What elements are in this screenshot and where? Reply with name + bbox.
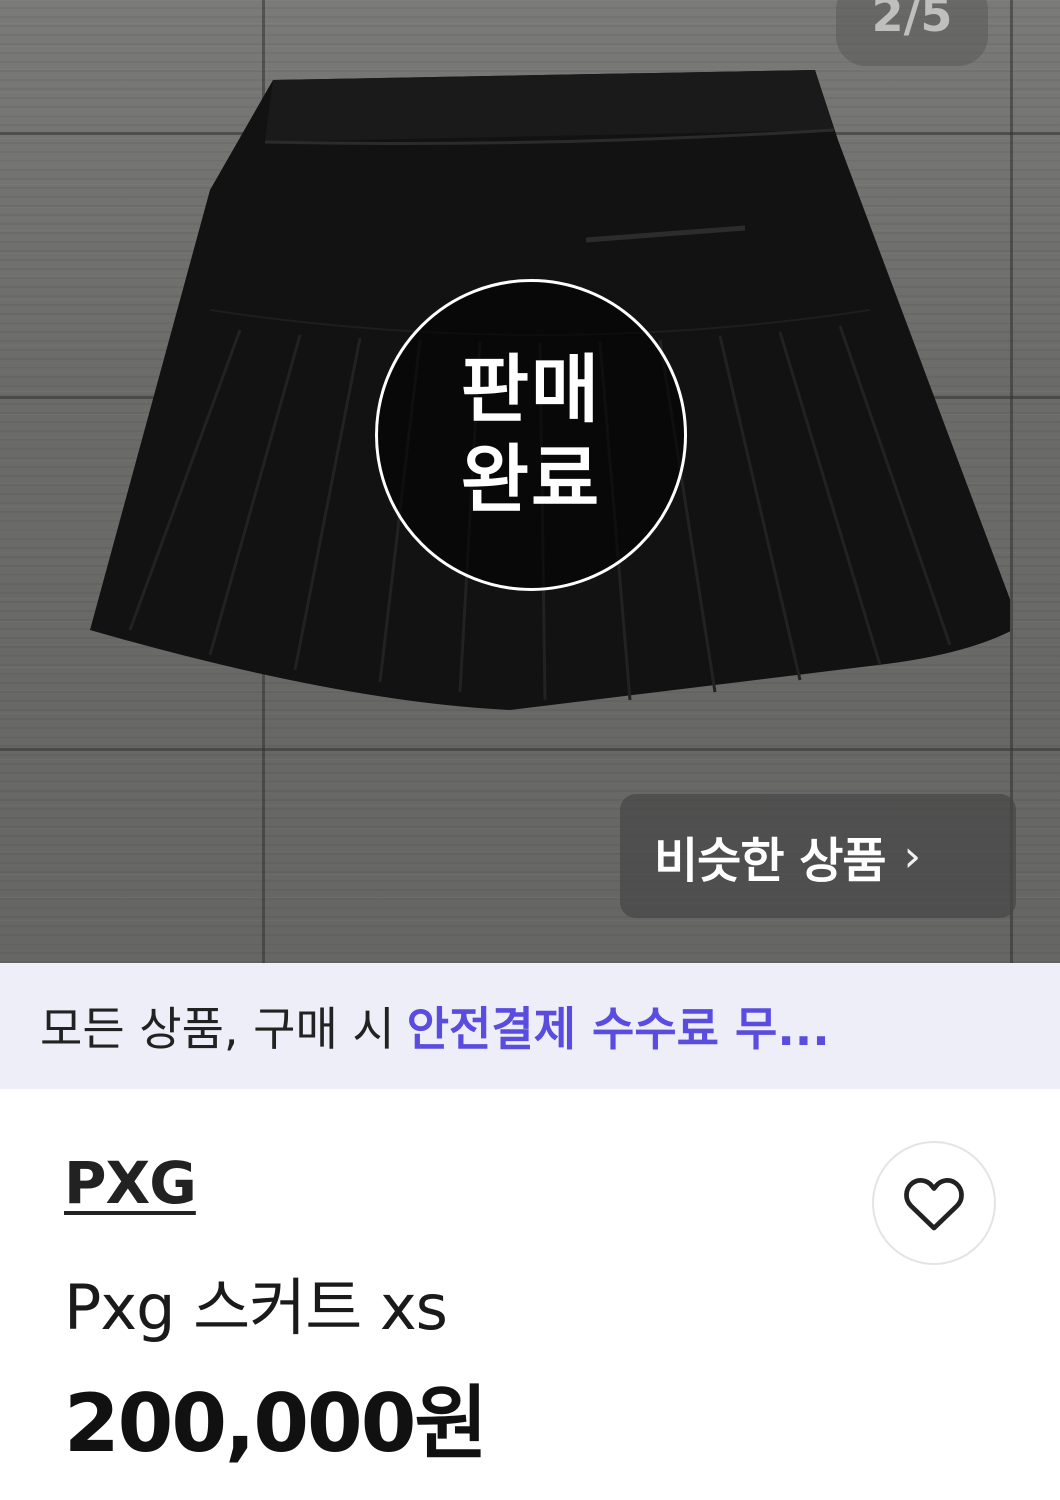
promo-plain-text: 모든 상품, 구매 시 bbox=[40, 1002, 395, 1056]
promo-banner[interactable]: 모든 상품, 구매 시 안전결제 수수료 무... bbox=[0, 963, 1060, 1089]
similar-products-button[interactable]: 비슷한 상품 › bbox=[620, 794, 1016, 918]
product-price: 200,000원 bbox=[64, 1377, 488, 1470]
floor-seam bbox=[0, 748, 1060, 751]
product-image-gallery[interactable]: 2/5 판매 완료 비슷한 상품 › bbox=[0, 0, 1060, 963]
sold-badge-line2: 완료 bbox=[460, 437, 602, 523]
sold-out-badge: 판매 완료 bbox=[375, 279, 687, 591]
chevron-right-icon: › bbox=[903, 830, 922, 882]
like-button[interactable] bbox=[872, 1141, 996, 1265]
brand-link[interactable]: PXG bbox=[64, 1149, 197, 1217]
similar-products-label: 비슷한 상품 bbox=[654, 833, 887, 889]
heart-icon bbox=[904, 1178, 964, 1231]
image-counter-text: 2/5 bbox=[871, 0, 953, 42]
sold-badge-line1: 판매 bbox=[460, 347, 602, 433]
promo-accent-text: 안전결제 수수료 무... bbox=[406, 1002, 830, 1056]
product-info: PXG Pxg 스커트 xs 200,000원 bbox=[0, 1089, 1060, 1500]
product-title: Pxg 스커트 xs bbox=[64, 1271, 448, 1344]
image-counter: 2/5 bbox=[836, 0, 988, 66]
